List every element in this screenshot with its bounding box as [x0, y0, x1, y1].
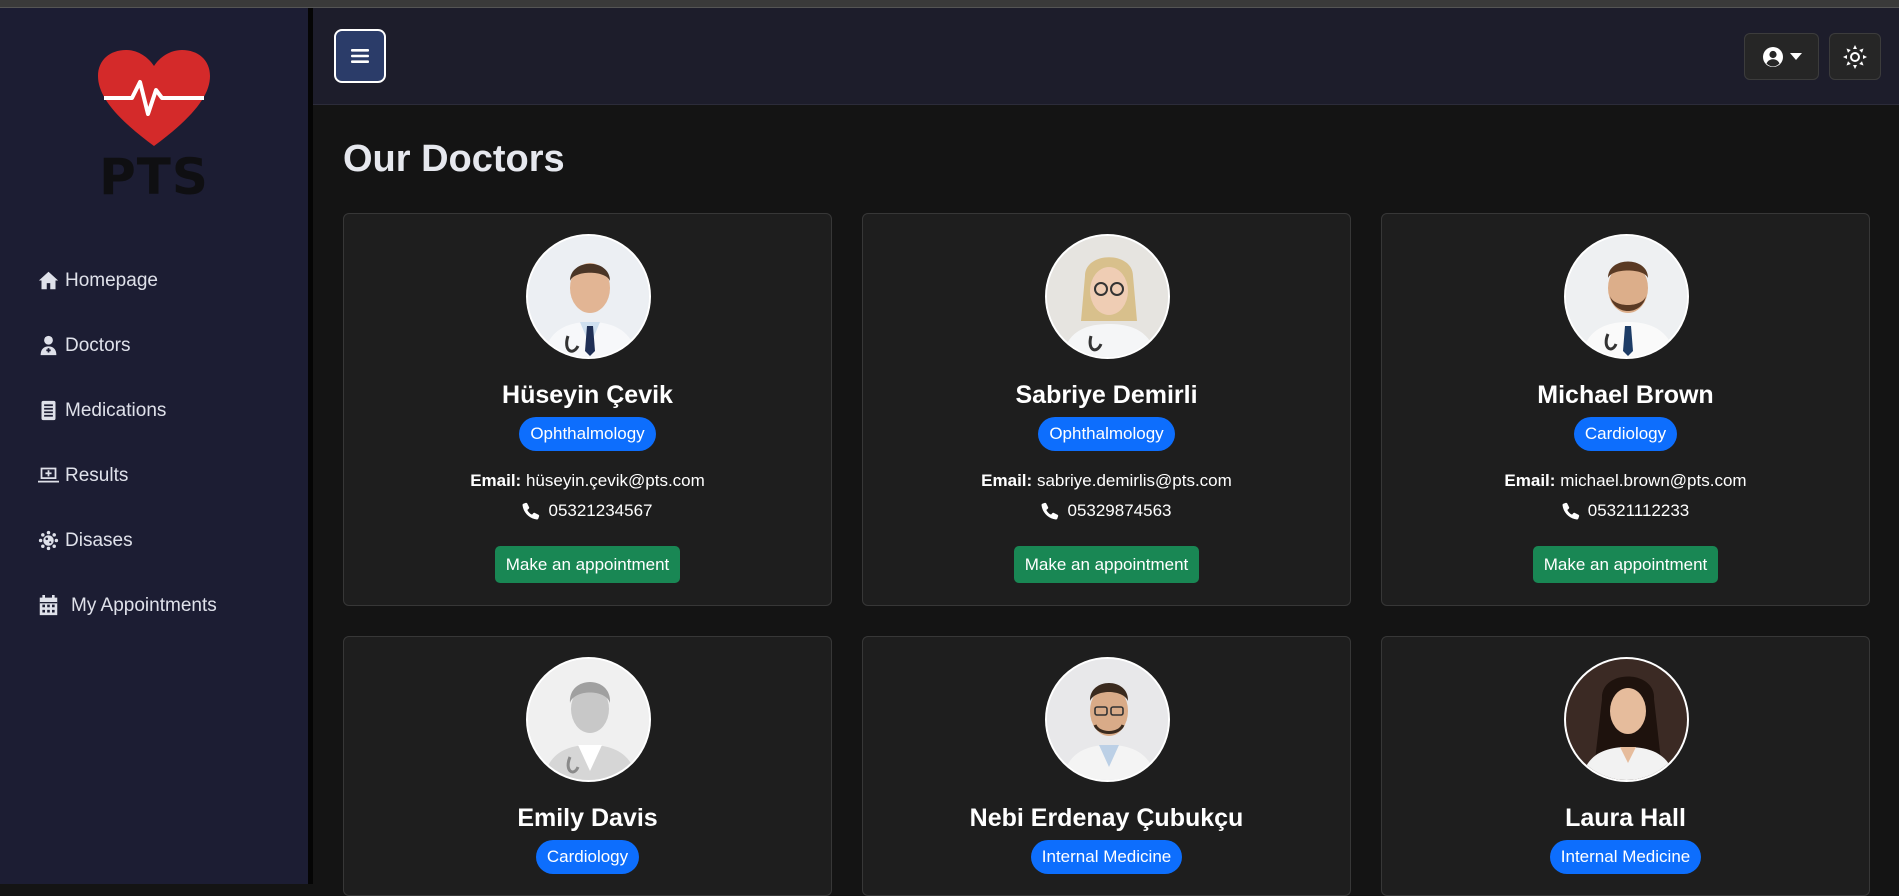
specialty-badge: Ophthalmology — [519, 417, 656, 451]
specialty-row: Ophthalmology — [344, 417, 831, 451]
heart-pulse-icon — [98, 50, 210, 146]
doctor-name: Emily Davis — [517, 804, 658, 832]
appointment-row: Make an appointment — [344, 546, 831, 583]
phone-value: 05329874563 — [1067, 501, 1172, 520]
main-content: Our Doctors Hüseyin Çevik Ophthalmology … — [313, 8, 1899, 896]
specialty-badge: Cardiology — [535, 840, 640, 874]
specialty-badge: Cardiology — [1573, 417, 1678, 451]
specialty-badge: Internal Medicine — [1549, 840, 1702, 874]
user-circle-icon — [1762, 46, 1783, 67]
email-value: hüseyin.çevik@pts.com — [525, 471, 705, 490]
doctor-email: Email: michael.brown@pts.com — [1382, 471, 1869, 491]
doctor-phone: 05329874563 — [863, 501, 1350, 521]
chevron-down-icon — [1789, 52, 1802, 60]
prescription-icon — [41, 400, 56, 421]
bars-icon — [351, 49, 369, 63]
specialty-row: Cardiology — [1382, 417, 1869, 451]
sidebar-item-label: My Appointments — [71, 594, 217, 616]
email-value: sabriye.demirlis@pts.com — [1036, 471, 1232, 490]
doctor-avatar — [526, 657, 651, 782]
logo-text: PTS — [99, 148, 209, 206]
doctor-name: Sabriye Demirli — [1015, 381, 1198, 409]
phone-icon — [522, 502, 540, 520]
doctor-avatar — [1045, 234, 1170, 359]
doctor-name: Nebi Erdenay Çubukçu — [969, 804, 1244, 832]
doctor-phone: 05321112233 — [1382, 501, 1869, 521]
theme-toggle-button[interactable] — [1829, 33, 1881, 80]
doctor-placeholder-icon — [528, 659, 649, 780]
doctor-photo-icon — [1566, 659, 1687, 780]
sidebar: PTS Homepage Doctors Medications Results… — [0, 8, 308, 884]
email-label: Email: — [470, 471, 522, 490]
specialty-row: Internal Medicine — [863, 840, 1350, 874]
doctor-photo-icon — [1047, 236, 1168, 357]
sidebar-item-label: Results — [65, 464, 129, 486]
doctor-card: Hüseyin Çevik Ophthalmology Email: hüsey… — [343, 213, 832, 606]
sidebar-item-doctors[interactable]: Doctors — [38, 313, 217, 378]
doctor-name: Laura Hall — [1565, 804, 1686, 832]
sidebar-item-label: Disases — [65, 529, 133, 551]
specialty-badge: Ophthalmology — [1038, 417, 1175, 451]
doctor-card: Michael Brown Cardiology Email: michael.… — [1381, 213, 1870, 606]
doctor-avatar — [1564, 657, 1689, 782]
user-doctor-icon — [40, 335, 57, 356]
laptop-medical-icon — [38, 467, 59, 483]
phone-icon — [1562, 502, 1579, 520]
phone-icon — [1041, 502, 1059, 520]
page-title: Our Doctors — [343, 138, 565, 180]
sidebar-toggle-button[interactable] — [334, 29, 386, 83]
sun-icon — [1843, 44, 1867, 69]
phone-value: 05321234567 — [548, 501, 653, 520]
doctor-photo-icon — [528, 236, 649, 357]
doctor-card: Laura Hall Internal Medicine — [1381, 636, 1870, 896]
doctor-photo-icon — [1047, 659, 1168, 780]
specialty-row: Ophthalmology — [863, 417, 1350, 451]
sidebar-item-my-appointments[interactable]: My Appointments — [38, 573, 217, 638]
doctor-card: Sabriye Demirli Ophthalmology Email: sab… — [862, 213, 1351, 606]
app-logo[interactable]: PTS — [96, 48, 212, 206]
doctor-name: Hüseyin Çevik — [502, 381, 673, 409]
virus-icon — [38, 530, 59, 551]
appointment-row: Make an appointment — [863, 546, 1350, 583]
calendar-icon — [39, 595, 58, 616]
sidebar-item-label: Medications — [65, 399, 167, 421]
appointment-row: Make an appointment — [1382, 546, 1869, 583]
sidebar-item-medications[interactable]: Medications — [38, 378, 217, 443]
doctor-email: Email: sabriye.demirlis@pts.com — [863, 471, 1350, 491]
email-value: michael.brown@pts.com — [1560, 471, 1747, 490]
browser-top-strip — [0, 0, 1899, 8]
doctor-name: Michael Brown — [1537, 381, 1714, 409]
make-appointment-button[interactable]: Make an appointment — [494, 546, 681, 583]
specialty-badge: Internal Medicine — [1030, 840, 1183, 874]
doctor-photo-icon — [1566, 236, 1687, 357]
email-label: Email: — [981, 471, 1033, 490]
doctor-email: Email: hüseyin.çevik@pts.com — [344, 471, 831, 491]
specialty-row: Cardiology — [344, 840, 831, 874]
doctor-avatar — [526, 234, 651, 359]
sidebar-item-homepage[interactable]: Homepage — [38, 248, 217, 313]
sidebar-item-results[interactable]: Results — [38, 443, 217, 508]
email-label: Email: — [1504, 471, 1556, 490]
doctor-card: Nebi Erdenay Çubukçu Internal Medicine — [862, 636, 1351, 896]
specialty-row: Internal Medicine — [1382, 840, 1869, 874]
sidebar-item-disases[interactable]: Disases — [38, 508, 217, 573]
make-appointment-button[interactable]: Make an appointment — [1013, 546, 1200, 583]
sidebar-item-label: Homepage — [65, 269, 158, 291]
sidebar-nav: Homepage Doctors Medications Results Dis… — [38, 248, 217, 638]
user-menu-button[interactable] — [1744, 33, 1819, 80]
sidebar-item-label: Doctors — [65, 334, 131, 356]
doctor-avatar — [1564, 234, 1689, 359]
phone-value: 05321112233 — [1587, 501, 1690, 520]
top-navbar — [313, 8, 1899, 105]
doctor-avatar — [1045, 657, 1170, 782]
home-icon — [38, 271, 59, 290]
make-appointment-button[interactable]: Make an appointment — [1532, 546, 1719, 583]
doctor-card: Emily Davis Cardiology — [343, 636, 832, 896]
doctor-phone: 05321234567 — [344, 501, 831, 521]
